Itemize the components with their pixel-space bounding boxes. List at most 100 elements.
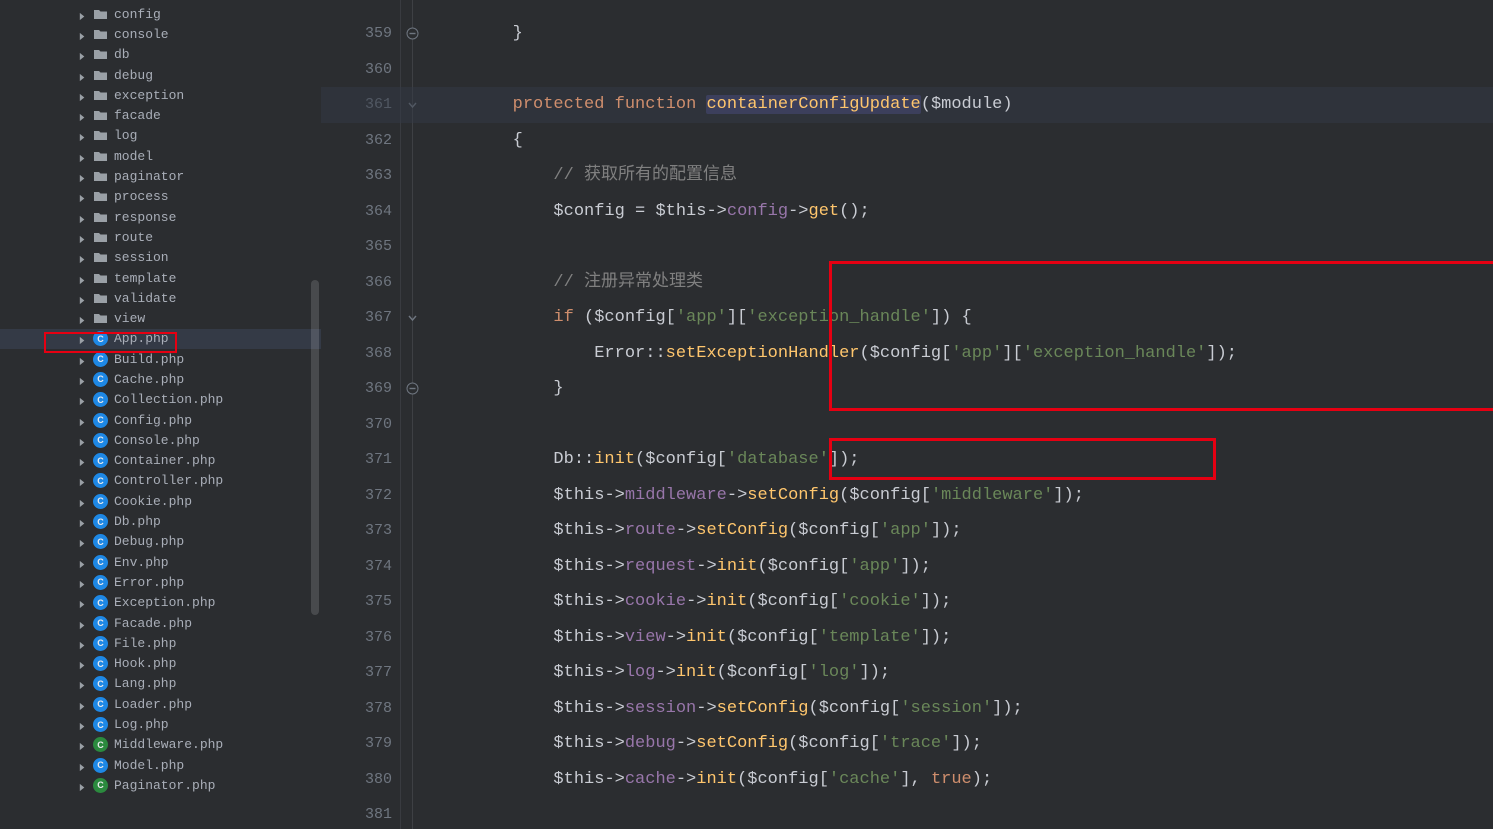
line-number[interactable]: 376 [365, 620, 392, 656]
tree-file-App-php[interactable]: App.php [0, 329, 321, 349]
expand-arrow-icon[interactable] [78, 131, 87, 140]
expand-arrow-icon[interactable] [78, 253, 87, 262]
code-line-381[interactable] [431, 797, 1493, 829]
tree-folder-debug[interactable]: debug [0, 65, 321, 85]
code-line-376[interactable]: $this->view->init($config['template']); [431, 620, 1493, 656]
tree-file-Model-php[interactable]: Model.php [0, 755, 321, 775]
line-number[interactable]: 364 [365, 194, 392, 230]
expand-arrow-icon[interactable] [78, 334, 87, 343]
expand-arrow-icon[interactable] [78, 497, 87, 506]
tree-file-Lang-php[interactable]: Lang.php [0, 674, 321, 694]
code-line-374[interactable]: $this->request->init($config['app']); [431, 549, 1493, 585]
code-line-377[interactable]: $this->log->init($config['log']); [431, 655, 1493, 691]
expand-arrow-icon[interactable] [78, 537, 87, 546]
code-line-378[interactable]: $this->session->setConfig($config['sessi… [431, 691, 1493, 727]
line-number[interactable]: 374 [365, 549, 392, 585]
expand-arrow-icon[interactable] [78, 355, 87, 364]
line-number[interactable]: 373 [365, 513, 392, 549]
expand-arrow-icon[interactable] [78, 10, 87, 19]
tree-folder-view[interactable]: view [0, 308, 321, 328]
expand-arrow-icon[interactable] [78, 395, 87, 404]
tree-folder-response[interactable]: response [0, 207, 321, 227]
expand-arrow-icon[interactable] [78, 30, 87, 39]
expand-arrow-icon[interactable] [78, 375, 87, 384]
expand-arrow-icon[interactable] [78, 71, 87, 80]
tree-folder-session[interactable]: session [0, 248, 321, 268]
tree-file-Facade-php[interactable]: Facade.php [0, 613, 321, 633]
line-number[interactable]: 375 [365, 584, 392, 620]
expand-arrow-icon[interactable] [78, 720, 87, 729]
code-line-361[interactable]: protected function containerConfigUpdate… [321, 87, 1493, 123]
tree-file-Error-php[interactable]: Error.php [0, 572, 321, 592]
expand-arrow-icon[interactable] [78, 598, 87, 607]
code-line-379[interactable]: $this->debug->setConfig($config['trace']… [431, 726, 1493, 762]
line-number[interactable]: 372 [365, 478, 392, 514]
code-line-366[interactable]: // 注册异常处理类 [431, 265, 1493, 301]
expand-arrow-icon[interactable] [78, 456, 87, 465]
code-line-362[interactable]: { [431, 123, 1493, 159]
code-line-363[interactable]: // 获取所有的配置信息 [431, 158, 1493, 194]
code-line-380[interactable]: $this->cache->init($config['cache'], tru… [431, 762, 1493, 798]
tree-file-Exception-php[interactable]: Exception.php [0, 593, 321, 613]
tree-file-Cookie-php[interactable]: Cookie.php [0, 491, 321, 511]
code-line-372[interactable]: $this->middleware->setConfig($config['mi… [431, 478, 1493, 514]
tree-file-Paginator-php[interactable]: Paginator.php [0, 775, 321, 795]
tree-folder-paginator[interactable]: paginator [0, 166, 321, 186]
code-area[interactable]: } protected function containerConfigUpda… [431, 16, 1493, 829]
tree-folder-exception[interactable]: exception [0, 85, 321, 105]
project-tree-panel[interactable]: configconsoledbdebugexceptionfacadelogmo… [0, 0, 321, 829]
expand-arrow-icon[interactable] [78, 294, 87, 303]
expand-arrow-icon[interactable] [78, 679, 87, 688]
code-line-373[interactable]: $this->route->setConfig($config['app']); [431, 513, 1493, 549]
code-line-375[interactable]: $this->cookie->init($config['cookie']); [431, 584, 1493, 620]
tree-file-Build-php[interactable]: Build.php [0, 349, 321, 369]
line-number[interactable]: 365 [365, 229, 392, 265]
tree-folder-template[interactable]: template [0, 268, 321, 288]
line-number[interactable]: 370 [365, 407, 392, 443]
code-line-371[interactable]: Db::init($config['database']); [431, 442, 1493, 478]
fold-marker[interactable] [405, 26, 420, 41]
code-line-368[interactable]: Error::setExceptionHandler($config['app'… [431, 336, 1493, 372]
code-line-365[interactable] [431, 229, 1493, 265]
expand-arrow-icon[interactable] [78, 558, 87, 567]
expand-arrow-icon[interactable] [78, 761, 87, 770]
line-number[interactable]: 378 [365, 691, 392, 727]
expand-arrow-icon[interactable] [78, 91, 87, 100]
tree-folder-console[interactable]: console [0, 24, 321, 44]
tree-folder-config[interactable]: config [0, 4, 321, 24]
code-line-360[interactable] [431, 52, 1493, 88]
expand-arrow-icon[interactable] [78, 50, 87, 59]
code-line-359[interactable]: } [431, 16, 1493, 52]
expand-arrow-icon[interactable] [78, 416, 87, 425]
line-number[interactable]: 369 [365, 371, 392, 407]
tree-file-Hook-php[interactable]: Hook.php [0, 654, 321, 674]
expand-arrow-icon[interactable] [78, 781, 87, 790]
expand-arrow-icon[interactable] [78, 578, 87, 587]
expand-arrow-icon[interactable] [78, 172, 87, 181]
line-number[interactable]: 360 [365, 52, 392, 88]
tree-folder-log[interactable]: log [0, 126, 321, 146]
expand-arrow-icon[interactable] [78, 192, 87, 201]
fold-column[interactable] [401, 0, 425, 829]
line-number[interactable]: 379 [365, 726, 392, 762]
code-line-370[interactable] [431, 407, 1493, 443]
line-number[interactable]: 359 [365, 16, 392, 52]
expand-arrow-icon[interactable] [78, 639, 87, 648]
expand-arrow-icon[interactable] [78, 619, 87, 628]
line-number[interactable]: 362 [365, 123, 392, 159]
code-line-369[interactable]: } [431, 371, 1493, 407]
tree-file-Debug-php[interactable]: Debug.php [0, 532, 321, 552]
tree-file-Controller-php[interactable]: Controller.php [0, 471, 321, 491]
tree-file-File-php[interactable]: File.php [0, 633, 321, 653]
tree-folder-facade[interactable]: facade [0, 105, 321, 125]
expand-arrow-icon[interactable] [78, 314, 87, 323]
line-number[interactable]: 363 [365, 158, 392, 194]
line-number[interactable]: 367 [365, 300, 392, 336]
tree-scrollbar[interactable] [309, 0, 321, 829]
tree-file-Env-php[interactable]: Env.php [0, 552, 321, 572]
line-number[interactable]: 368 [365, 336, 392, 372]
tree-folder-db[interactable]: db [0, 45, 321, 65]
code-editor[interactable]: 3593603613623633643653663673683693703713… [321, 0, 1493, 829]
expand-arrow-icon[interactable] [78, 517, 87, 526]
line-number[interactable]: 380 [365, 762, 392, 798]
